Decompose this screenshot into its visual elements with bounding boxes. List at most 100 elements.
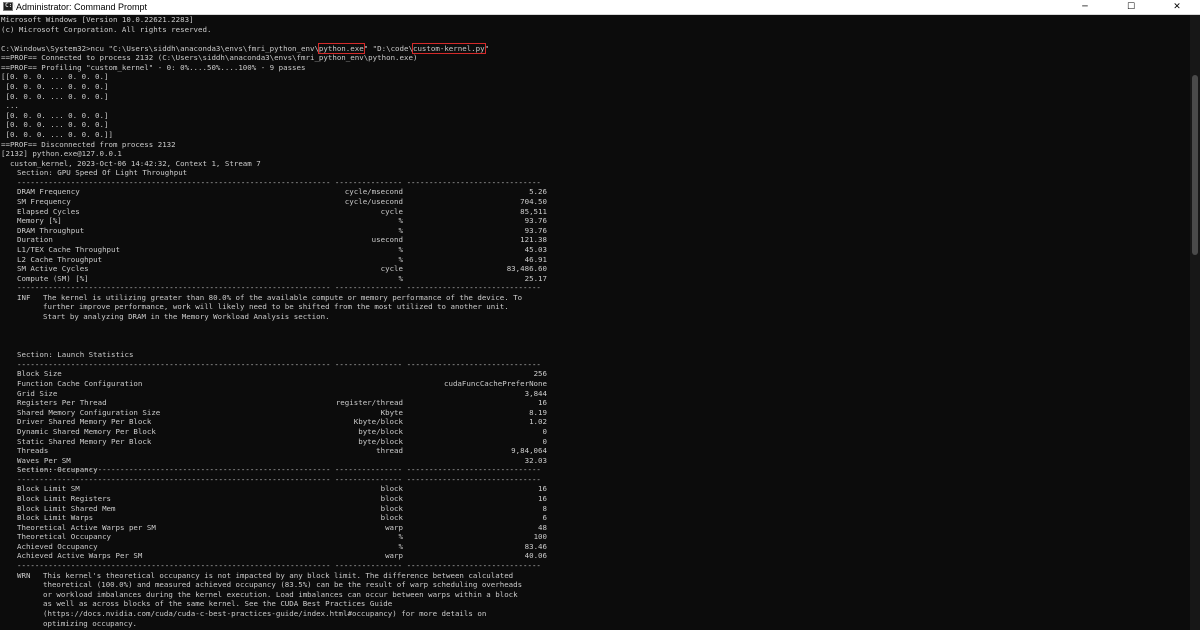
metric-row: Registers Per Thread register/thread 16	[17, 398, 547, 408]
metric-value: 9,84,064	[511, 446, 547, 456]
metric-row: Achieved Occupancy% 83.46	[17, 542, 547, 552]
metric-value: 25.17	[524, 273, 547, 283]
metric-name: Driver Shared Memory Per Block	[17, 417, 152, 427]
output-line: [[0. 0. 0. ... 0. 0. 0.]	[1, 72, 109, 82]
metric-value: cudaFuncCachePreferNone	[444, 379, 547, 389]
metric-row: Theoretical Active Warps per SM warp 48	[17, 523, 547, 533]
command-line: C:\Windows\System32>ncu "C:\Users\siddh\…	[1, 42, 490, 54]
maximize-button[interactable]: ☐	[1108, 0, 1154, 14]
section-title: Section: GPU Speed Of Light Throughput	[17, 168, 188, 178]
python-exe-highlight: python.exe	[317, 42, 365, 54]
metric-unit: %	[398, 541, 403, 551]
metric-value: 6	[542, 513, 547, 523]
metric-name: Compute (SM) [%]	[17, 273, 89, 283]
note-line: as well as across blocks of the same ker…	[43, 599, 393, 609]
metric-row: Driver Shared Memory Per Block Kbyte/bloc…	[17, 417, 547, 427]
metric-value: 93.76	[524, 225, 547, 235]
metric-unit: warp	[385, 522, 403, 532]
output-line: ...	[1, 101, 19, 111]
metric-row: Shared Memory Configuration Size Kbyte 8.1…	[17, 408, 547, 418]
output-line: custom_kernel, 2023-Oct-06 14:42:32, Con…	[1, 158, 261, 168]
metric-row: Block Size 256	[17, 369, 547, 379]
metric-value: 45.03	[524, 244, 547, 254]
metric-value: 256	[533, 369, 547, 379]
metric-row: Memory [%]% 93.76	[17, 216, 547, 226]
metric-name: Block Size	[17, 369, 62, 379]
header-line: (c) Microsoft Corporation. All rights re…	[1, 24, 212, 34]
metric-name: Block Limit SM	[17, 484, 80, 494]
note-line: theoretical (100.0%) and measured achiev…	[43, 580, 523, 590]
metric-value: 16	[538, 494, 547, 503]
minimize-button[interactable]: ─	[1062, 0, 1108, 14]
command-prompt-icon: C:\	[3, 2, 16, 11]
output-line: [2132] python.exe@127.0.0.1	[1, 149, 122, 159]
output-line: ==PROF== Disconnected from process 2132	[1, 139, 176, 149]
separator: ----------------------------------------…	[17, 177, 541, 187]
note-line: further improve performance, work will l…	[43, 302, 509, 312]
metric-row: Block Limit Registers block 16	[17, 494, 547, 504]
scrollbar-thumb[interactable]	[1192, 75, 1198, 255]
metric-unit: %	[398, 254, 403, 264]
note-line: This kernel's theoretical occupancy is n…	[43, 570, 514, 580]
section-title: Section: Launch Statistics	[17, 350, 134, 360]
metric-name: Block Limit Warps	[17, 513, 94, 523]
console-output[interactable]: Microsoft Windows [Version 10.0.22621.22…	[0, 15, 1188, 630]
metric-value: 100	[533, 532, 547, 542]
metric-name: SM Frequency	[17, 197, 71, 207]
metric-unit: cycle	[380, 264, 403, 274]
metric-row: SM Active Cycles cycle 83,486.60	[17, 264, 547, 274]
output-line: [0. 0. 0. ... 0. 0. 0.]	[1, 110, 109, 120]
metric-value: 0	[542, 436, 547, 446]
metric-name: Achieved Active Warps Per SM	[17, 551, 143, 561]
metric-name: Grid Size	[17, 388, 58, 398]
vertical-scrollbar[interactable]	[1190, 15, 1200, 630]
metric-value: 121.38	[520, 235, 547, 245]
metric-unit: block	[380, 513, 403, 523]
metric-unit: usecond	[371, 235, 403, 245]
metric-row: Elapsed Cycles cycle 85,511	[17, 207, 547, 217]
metric-name: Achieved Occupancy	[17, 541, 98, 551]
separator: ----------------------------------------…	[17, 359, 541, 369]
metric-name: L1/TEX Cache Throughput	[17, 244, 120, 254]
metric-value: 8.19	[529, 407, 547, 417]
metric-value: 93.76	[524, 216, 547, 226]
metric-row: L2 Cache Throughput% 46.91	[17, 255, 547, 265]
metric-value: 704.50	[520, 197, 547, 207]
metric-value: 16	[538, 484, 547, 494]
metric-row: Grid Size 3,844	[17, 389, 547, 399]
metric-value: 85,511	[520, 206, 547, 216]
metric-name: Dynamic Shared Memory Per Block	[17, 426, 156, 436]
metric-row: Static Shared Memory Per Block byte/block…	[17, 437, 547, 447]
metric-value: 0	[542, 426, 547, 436]
note-line: or workload imbalances during the kernel…	[43, 589, 518, 599]
metric-name: DRAM Frequency	[17, 187, 80, 197]
note-line: Start by analyzing DRAM in the Memory Wo…	[43, 311, 330, 321]
metric-value: 1.02	[529, 417, 547, 427]
separator: ----------------------------------------…	[17, 561, 541, 571]
metric-name: Shared Memory Configuration Size	[17, 407, 161, 417]
metric-value: 8	[542, 503, 547, 513]
script-name-highlight: custom-kernel.py	[411, 42, 486, 54]
metric-unit: cycle/usecond	[344, 197, 403, 207]
note-tag: INF	[17, 292, 31, 302]
metric-row: Waves Per SM 32.03	[17, 456, 547, 466]
metric-row: Dynamic Shared Memory Per Block byte/bloc…	[17, 427, 547, 437]
metric-unit: block	[380, 503, 403, 513]
metric-name: Waves Per SM	[17, 455, 71, 465]
metric-row: Block Limit Shared Mem block 8	[17, 504, 547, 514]
metric-row: Block Limit SM block 16	[17, 484, 547, 494]
metric-name: Function Cache Configuration	[17, 379, 143, 389]
metric-name: Theoretical Active Warps per SM	[17, 522, 156, 532]
title-bar[interactable]: C:\ Administrator: Command Prompt ─ ☐ ✕	[0, 0, 1200, 15]
note-tag: WRN	[17, 570, 31, 580]
close-button[interactable]: ✕	[1154, 0, 1200, 14]
metric-row: Achieved Active Warps Per SM warp 40.06	[17, 551, 547, 561]
metric-unit: %	[398, 532, 403, 542]
metric-value: 40.06	[524, 551, 547, 561]
metric-row: Compute (SM) [%]% 25.17	[17, 274, 547, 284]
metric-name: Duration	[17, 235, 53, 245]
output-line: [0. 0. 0. ... 0. 0. 0.]]	[1, 129, 113, 139]
metric-row: DRAM Throughput% 93.76	[17, 226, 547, 236]
metric-unit: %	[398, 225, 403, 235]
metric-name: SM Active Cycles	[17, 264, 89, 274]
